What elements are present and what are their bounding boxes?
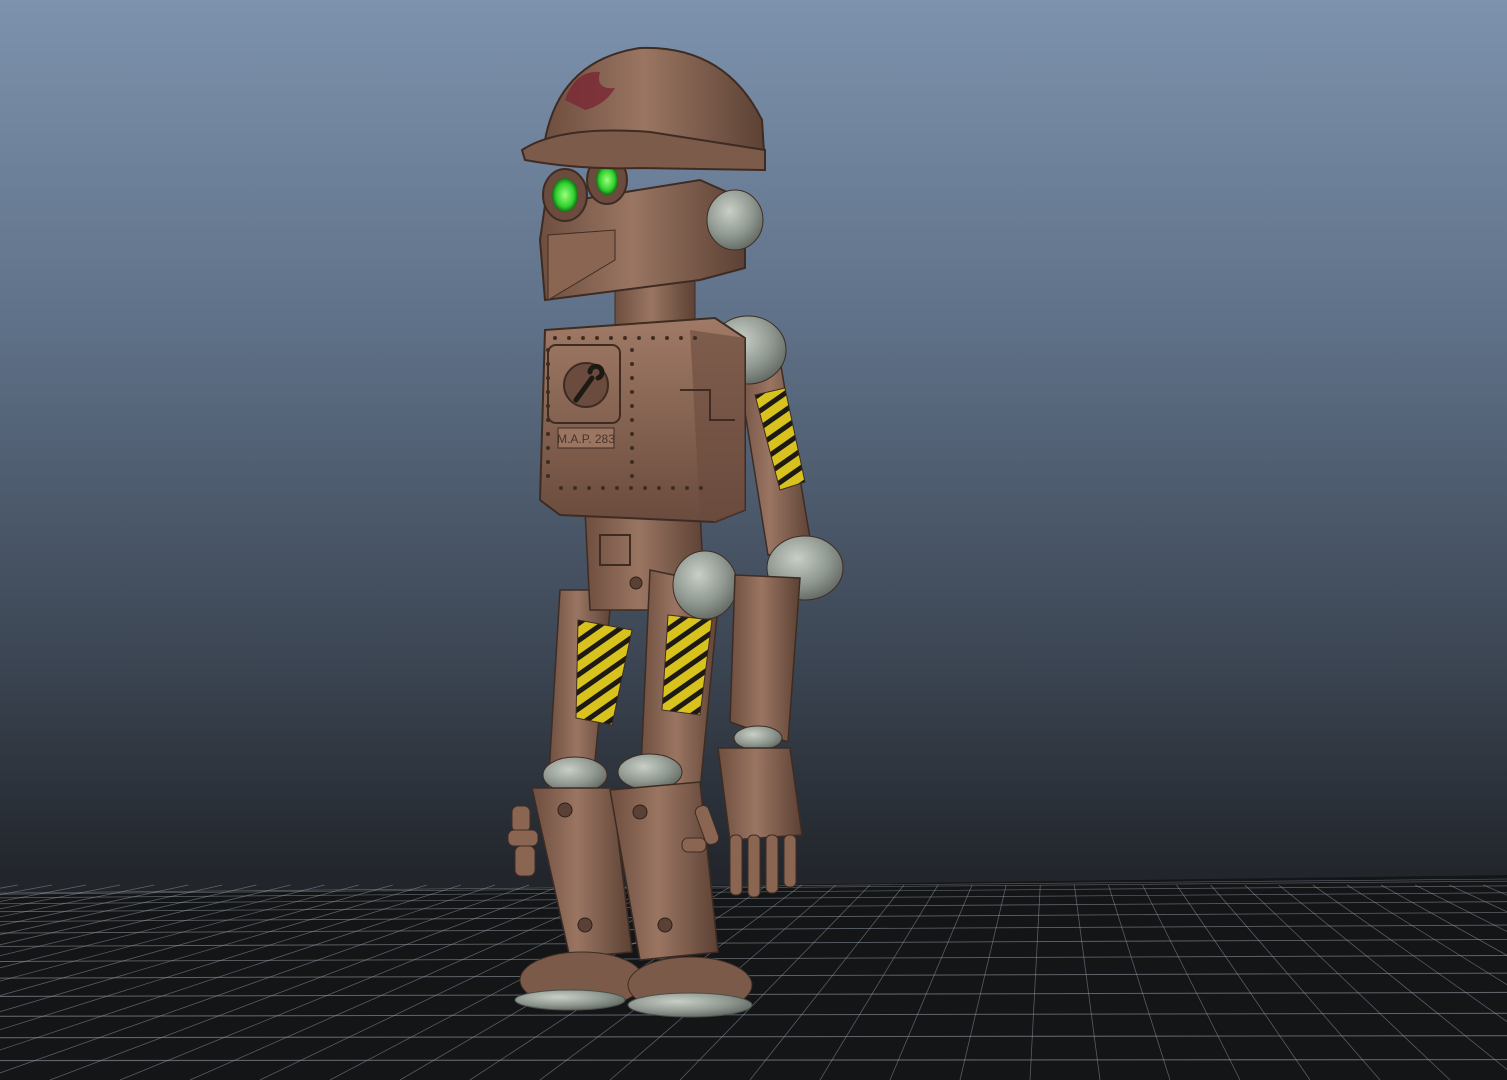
3d-viewport[interactable]: M.A.P. 283 [0,0,1507,1080]
robot-back-hand [507,805,539,877]
chest-plate-label: M.A.P. 283 [557,432,615,446]
ground-grid [0,875,1507,1080]
robot-head[interactable] [538,155,764,302]
robot-torso[interactable]: M.A.P. 283 [538,316,746,524]
robot-left-eye [542,168,588,222]
robot-ear [706,189,764,251]
robot-model[interactable]: M.A.P. 283 [507,46,844,1018]
viewport-scene[interactable]: M.A.P. 283 [0,0,1507,1080]
robot-helmet[interactable] [520,46,767,172]
